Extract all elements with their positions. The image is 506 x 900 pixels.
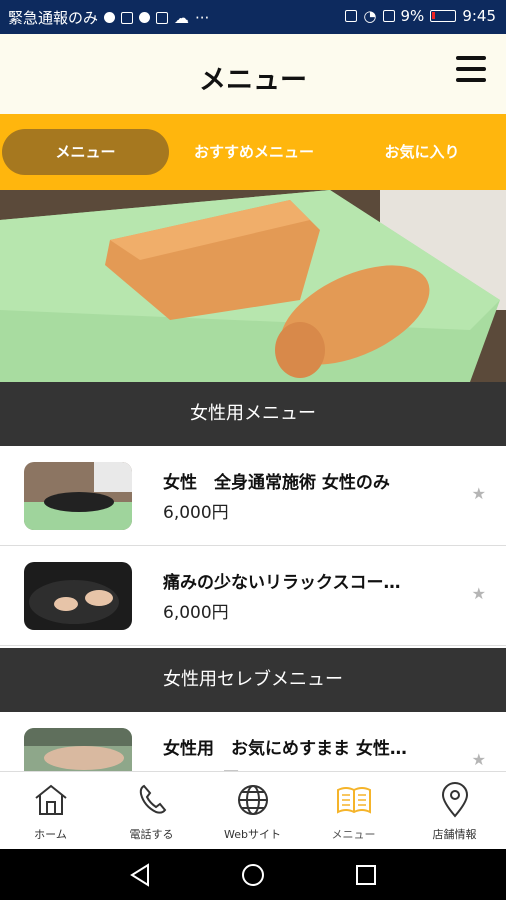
page-title: メニュー xyxy=(199,65,307,96)
check-icon xyxy=(139,12,151,23)
clock: 9:45 xyxy=(462,7,496,25)
star-icon[interactable]: ★ xyxy=(472,750,486,769)
back-icon[interactable] xyxy=(128,863,152,887)
nav-home[interactable]: ホーム xyxy=(0,772,101,850)
nav-phone[interactable]: 電話する xyxy=(101,772,202,850)
recents-icon[interactable] xyxy=(354,863,378,887)
bottom-nav: ホーム 電話する Webサイト メニュー 店舗情報 xyxy=(0,771,506,849)
menu-item-title: 女性用 お気にめすまま 女性… xyxy=(163,739,407,759)
cloud-icon: ☁ xyxy=(174,8,190,27)
home-button-icon[interactable] xyxy=(241,863,265,887)
more-icon: ··· xyxy=(195,8,210,27)
section-header: 女性用セレブメニュー xyxy=(0,648,506,712)
star-icon[interactable]: ★ xyxy=(472,484,486,503)
list-item[interactable]: 痛みの少ないリラックスコー… 6,000円 ★ xyxy=(0,546,506,646)
menu-item-price: 6,000円 xyxy=(163,603,229,623)
hero-image xyxy=(0,190,506,382)
menu-thumbnail xyxy=(24,562,132,630)
map-pin-icon xyxy=(441,782,468,818)
list-item[interactable]: 女性 全身通常施術 女性のみ 6,000円 ★ xyxy=(0,446,506,546)
app-header: メニュー xyxy=(0,34,506,114)
nav-menu[interactable]: メニュー xyxy=(303,772,404,850)
battery-icon xyxy=(430,10,457,22)
tab-recommended[interactable]: おすすめメニュー xyxy=(180,129,328,175)
hamburger-menu-icon[interactable] xyxy=(456,56,486,90)
news-icon xyxy=(156,11,169,24)
menu-item-title: 女性 全身通常施術 女性のみ xyxy=(163,473,390,493)
status-bar: 緊急通報のみ ☁ ··· ◔ 9% 9:45 xyxy=(0,0,506,34)
menu-item-title: 痛みの少ないリラックスコー… xyxy=(163,573,401,593)
star-icon[interactable]: ★ xyxy=(472,584,486,603)
tab-bar: メニュー おすすめメニュー お気に入り xyxy=(0,114,506,190)
notification-icon xyxy=(121,11,134,24)
nav-website[interactable]: Webサイト xyxy=(202,772,303,850)
nav-store-info[interactable]: 店舗情報 xyxy=(404,772,505,850)
battery-percent: 9% xyxy=(400,7,425,25)
home-icon xyxy=(34,784,67,815)
menu-thumbnail xyxy=(24,462,132,530)
section-header: 女性用メニュー xyxy=(0,382,506,446)
carrier-text: 緊急通報のみ xyxy=(8,9,99,27)
system-nav-bar xyxy=(0,849,506,900)
book-icon xyxy=(336,787,371,814)
shield-icon xyxy=(104,12,116,23)
globe-icon xyxy=(237,785,268,815)
menu-item-price: 6,000円 xyxy=(163,503,229,523)
sim-icon xyxy=(382,10,395,22)
tab-menu[interactable]: メニュー xyxy=(2,129,169,175)
tab-favorites[interactable]: お気に入り xyxy=(360,129,484,175)
phone-icon xyxy=(139,784,166,814)
massage-table-illustration xyxy=(0,190,506,382)
vibrate-icon xyxy=(345,10,358,22)
wifi-icon: ◔ xyxy=(363,7,377,25)
